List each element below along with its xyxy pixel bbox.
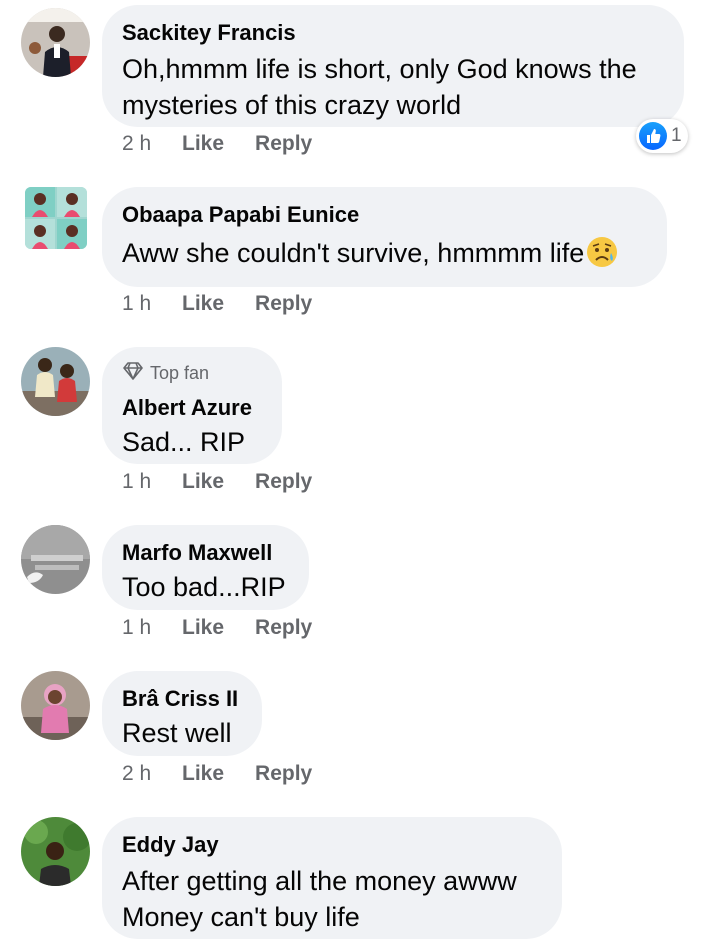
timestamp[interactable]: 1 h — [122, 470, 182, 494]
timestamp[interactable]: 1 h — [122, 292, 182, 316]
avatar[interactable] — [21, 525, 90, 594]
avatar[interactable] — [21, 347, 90, 416]
comment-text: Oh,hmmm life is short, only God knows th… — [122, 51, 664, 123]
thumbs-up-icon — [639, 122, 667, 150]
comment-actions: 1 h Like Reply — [122, 292, 343, 316]
top-fan-badge: Top fan — [122, 361, 262, 386]
comment-bubble[interactable]: Obaapa Papabi Eunice Aww she couldn't su… — [102, 187, 667, 287]
comment-text: Sad... RIP — [122, 427, 246, 457]
reply-button[interactable]: Reply — [255, 762, 312, 786]
comment-text: Rest well — [122, 718, 232, 748]
avatar[interactable] — [21, 8, 90, 77]
comment-text-line: Oh,hmmm life is short, only God knows th… — [122, 54, 637, 84]
comment-actions: 2 h Like Reply — [122, 132, 343, 156]
reply-button[interactable]: Reply — [255, 132, 312, 156]
timestamp[interactable]: 2 h — [122, 762, 182, 786]
reply-button[interactable]: Reply — [255, 292, 312, 316]
comment-author[interactable]: Eddy Jay — [122, 831, 542, 859]
comment-author[interactable]: Sackitey Francis — [122, 19, 664, 47]
comment-author[interactable]: Marfo Maxwell — [122, 539, 289, 567]
timestamp[interactable]: 1 h — [122, 616, 182, 640]
comment-bubble[interactable]: Marfo Maxwell Too bad...RIP — [102, 525, 309, 610]
comment-text-body: Aww she couldn't survive, hmmmm life — [122, 238, 585, 268]
like-button[interactable]: Like — [182, 616, 224, 640]
avatar[interactable] — [25, 187, 87, 249]
comment-actions: 1 h Like Reply — [122, 470, 343, 494]
comment-author[interactable]: Obaapa Papabi Eunice — [122, 201, 647, 229]
comment-bubble[interactable]: Brâ Criss II Rest well — [102, 671, 262, 756]
avatar[interactable] — [21, 817, 90, 886]
like-button[interactable]: Like — [182, 292, 224, 316]
comment-bubble[interactable]: Eddy Jay After getting all the money aww… — [102, 817, 562, 939]
comment-bubble[interactable]: Sackitey Francis Oh,hmmm life is short, … — [102, 5, 684, 127]
reaction-count: 1 — [671, 125, 682, 146]
comment-actions: 1 h Like Reply — [122, 616, 343, 640]
comment-text: Too bad...RIP — [122, 572, 286, 602]
comment-text-line: After getting all the money awww — [122, 866, 517, 896]
reply-button[interactable]: Reply — [255, 470, 312, 494]
comment-text-line: Money can't buy life — [122, 902, 360, 932]
reply-button[interactable]: Reply — [255, 616, 312, 640]
comment-text: Aww she couldn't survive, hmmmm life — [122, 235, 647, 277]
comment-text: After getting all the money awww Money c… — [122, 863, 542, 935]
like-button[interactable]: Like — [182, 132, 224, 156]
avatar[interactable] — [21, 671, 90, 740]
comment-bubble[interactable]: Top fan Albert Azure Sad... RIP — [102, 347, 282, 464]
like-button[interactable]: Like — [182, 470, 224, 494]
timestamp[interactable]: 2 h — [122, 132, 182, 156]
comment-text-line: mysteries of this crazy world — [122, 90, 462, 120]
like-button[interactable]: Like — [182, 762, 224, 786]
reaction-summary[interactable]: 1 — [636, 119, 688, 153]
comment-author[interactable]: Albert Azure — [122, 394, 262, 422]
top-fan-label: Top fan — [150, 363, 210, 383]
sad-but-relieved-face-icon — [586, 236, 618, 277]
comment-actions: 2 h Like Reply — [122, 762, 343, 786]
diamond-icon — [122, 361, 144, 386]
comment-author[interactable]: Brâ Criss II — [122, 685, 242, 713]
